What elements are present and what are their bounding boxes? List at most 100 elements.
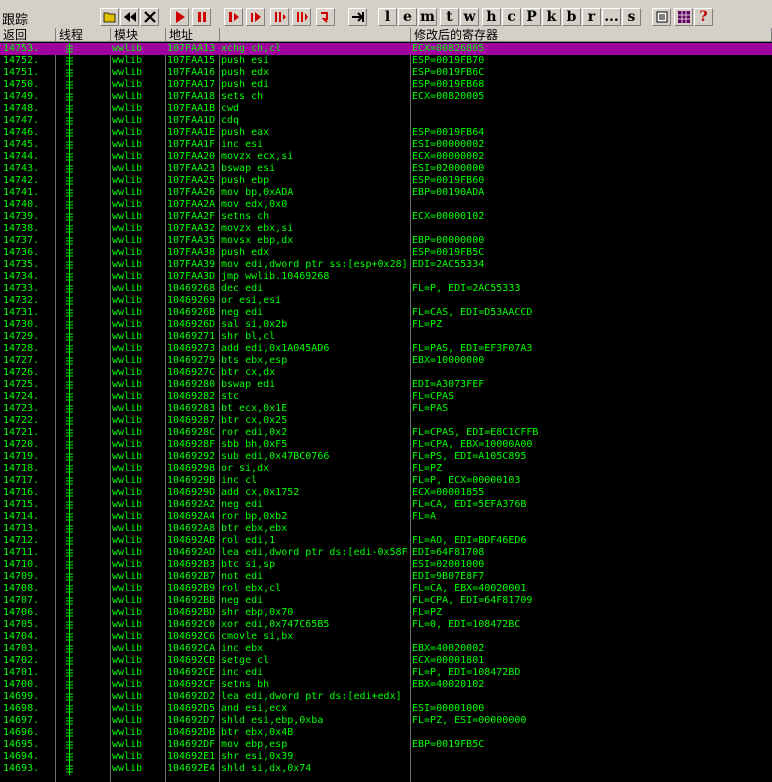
column-header-address[interactable]: 地址 xyxy=(166,28,220,42)
table-row[interactable]: 14723. wwlib 10469283 bt ecx,0x1E FL=PAS xyxy=(0,403,772,415)
column-header-registers[interactable]: 修改后的寄存器 xyxy=(411,28,772,42)
source-button[interactable]: s xyxy=(622,8,641,26)
references-button[interactable]: r xyxy=(582,8,601,26)
table-row[interactable]: 14734. wwlib 107FAA3D jmp wwlib.10469268 xyxy=(0,271,772,283)
row-index: 14741. xyxy=(3,187,40,198)
run-button[interactable] xyxy=(170,8,189,26)
table-row[interactable]: 14704. wwlib 104692C6 cmovle si,bx xyxy=(0,631,772,643)
trace-over-button[interactable] xyxy=(292,8,311,26)
table-row[interactable]: 14695. wwlib 104692DF mov ebp,esp EBP=0019FB… xyxy=(0,739,772,751)
table-row[interactable]: 14698. wwlib 104692D5 and esi,ecx ESI=000010… xyxy=(0,703,772,715)
table-row[interactable]: 14730. wwlib 1046926D sal si,0x2b FL=PZ xyxy=(0,319,772,331)
table-row[interactable]: 14741. wwlib 107FAA26 mov bp,0xADA EBP=00190… xyxy=(0,187,772,199)
table-row[interactable]: 14694. wwlib 104692E1 shr esi,0x39 xyxy=(0,751,772,763)
table-row[interactable]: 14711. wwlib 104692AD lea edi,dword ptr ds:… xyxy=(0,547,772,559)
table-row[interactable]: 14703. wwlib 104692CA inc ebx EBX=40020002 xyxy=(0,643,772,655)
help-button[interactable]: ? xyxy=(694,8,713,26)
table-row[interactable]: 14738. wwlib 107FAA32 movzx ebx,si xyxy=(0,223,772,235)
threads-button[interactable]: t xyxy=(440,8,459,26)
table-row[interactable]: 14739. wwlib 107FAA2F setns ch ECX=00000102 xyxy=(0,211,772,223)
table-row[interactable]: 14719. wwlib 10469292 sub edi,0x47BC0766 FL=… xyxy=(0,451,772,463)
pause-button[interactable] xyxy=(192,8,211,26)
table-row[interactable]: 14726. wwlib 1046927C btr cx,dx xyxy=(0,367,772,379)
run-trace-button[interactable]: ... xyxy=(602,8,621,26)
table-row[interactable]: 14742. wwlib 107FAA25 push ebp ESP=0019FB60 xyxy=(0,175,772,187)
table-row[interactable]: 14710. wwlib 104692B3 btc si,sp ESI=02001000 xyxy=(0,559,772,571)
table-row[interactable]: 14702. wwlib 104692CB setge cl ECX=00001801 xyxy=(0,655,772,667)
handles-button[interactable]: h xyxy=(482,8,501,26)
row-index: 14733. xyxy=(3,283,40,294)
table-row[interactable]: 14731. wwlib 1046926B neg edi FL=CAS, EDI=D5… xyxy=(0,307,772,319)
table-row[interactable]: 14696. wwlib 104692DB btr ebx,0x4B xyxy=(0,727,772,739)
table-row[interactable]: 14753. wwlib 107FAA13 xchg ch,cl ECX=0082680… xyxy=(0,43,772,55)
table-row[interactable]: 14721. wwlib 1046928C ror edi,0x2 FL=CPAS, E… xyxy=(0,427,772,439)
execute-till-return-button[interactable] xyxy=(316,8,335,26)
table-row[interactable]: 14737. wwlib 107FAA35 movsx ebp,dx EBP=00000… xyxy=(0,235,772,247)
goto-button[interactable] xyxy=(348,8,367,26)
cpu-button[interactable]: c xyxy=(502,8,521,26)
call-stack-button[interactable]: k xyxy=(542,8,561,26)
table-row[interactable]: 14728. wwlib 10469273 add edi,0x1A045AD6 FL=… xyxy=(0,343,772,355)
row-address: 104692CB xyxy=(167,655,216,666)
windows-button[interactable]: w xyxy=(460,8,479,26)
table-row[interactable]: 14752. wwlib 107FAA15 push esi ESP=0019FB70 xyxy=(0,55,772,67)
table-row[interactable]: 14720. wwlib 1046928F sbb bh,0xF5 FL=CPA, EB… xyxy=(0,439,772,451)
table-row[interactable]: 14740. wwlib 107FAA2A mov edx,0x0 xyxy=(0,199,772,211)
options-button[interactable] xyxy=(652,8,671,26)
table-row[interactable]: 14693. wwlib 104692E4 shld si,dx,0x74 xyxy=(0,763,772,775)
table-row[interactable]: 14749. wwlib 107FAA18 sets ch ECX=00820005 xyxy=(0,91,772,103)
breakpoints-button[interactable]: b xyxy=(562,8,581,26)
table-row[interactable]: 14708. wwlib 104692B9 rol ebx,cl FL=CA, EBX=… xyxy=(0,583,772,595)
patches-button[interactable]: P xyxy=(522,8,541,26)
table-row[interactable]: 14747. wwlib 107FAA1D cdq xyxy=(0,115,772,127)
table-row[interactable]: 14717. wwlib 1046929B inc cl FL=P, ECX=00000… xyxy=(0,475,772,487)
table-row[interactable]: 14705. wwlib 104692C0 xor edi,0x747C65B5 FL=… xyxy=(0,619,772,631)
column-header-module[interactable]: 模块 xyxy=(111,28,166,42)
table-row[interactable]: 14750. wwlib 107FAA17 push edi ESP=0019FB68 xyxy=(0,79,772,91)
table-row[interactable]: 14736. wwlib 107FAA38 push edx ESP=0019FB5C xyxy=(0,247,772,259)
table-row[interactable]: 14715. wwlib 104692A2 neg edi FL=CA, EDI=5EF… xyxy=(0,499,772,511)
table-row[interactable]: 14718. wwlib 10469298 or si,dx FL=PZ xyxy=(0,463,772,475)
appearance-button[interactable] xyxy=(674,8,693,26)
row-module: wwlib xyxy=(112,379,143,390)
step-over-button[interactable] xyxy=(246,8,265,26)
table-row[interactable]: 14706. wwlib 104692BD shr ebp,0x70 FL=PZ xyxy=(0,607,772,619)
column-header-instruction[interactable] xyxy=(220,28,411,42)
table-row[interactable]: 14748. wwlib 107FAA1B cwd xyxy=(0,103,772,115)
table-row[interactable]: 14699. wwlib 104692D2 lea edi,dword ptr ds:… xyxy=(0,691,772,703)
step-into-button[interactable] xyxy=(224,8,243,26)
table-row[interactable]: 14744. wwlib 107FAA20 movzx ecx,si ECX=00000… xyxy=(0,151,772,163)
table-row[interactable]: 14724. wwlib 10469282 stc FL=CPAS xyxy=(0,391,772,403)
table-row[interactable]: 14733. wwlib 10469268 dec edi FL=P, EDI=2AC5… xyxy=(0,283,772,295)
table-row[interactable]: 14751. wwlib 107FAA16 push edx ESP=0019FB6C xyxy=(0,67,772,79)
thread-marker-icon xyxy=(66,319,73,331)
table-row[interactable]: 14697. wwlib 104692D7 shld esi,ebp,0xba FL=P… xyxy=(0,715,772,727)
close-button[interactable] xyxy=(140,8,159,26)
executable-modules-button[interactable]: e xyxy=(398,8,417,26)
table-row[interactable]: 14732. wwlib 10469269 or esi,esi xyxy=(0,295,772,307)
trace-table[interactable]: 14753. wwlib 107FAA13 xchg ch,cl ECX=0082680… xyxy=(0,43,772,782)
table-row[interactable]: 14712. wwlib 104692AB rol edi,1 FL=AO, EDI=B… xyxy=(0,535,772,547)
table-row[interactable]: 14709. wwlib 104692B7 not edi EDI=9B07E8F7 xyxy=(0,571,772,583)
table-row[interactable]: 14743. wwlib 107FAA23 bswap esi ESI=02000000 xyxy=(0,163,772,175)
table-row[interactable]: 14727. wwlib 10469279 bts ebx,esp EBX=100000… xyxy=(0,355,772,367)
table-row[interactable]: 14716. wwlib 1046929D add cx,0x1752 ECX=0000… xyxy=(0,487,772,499)
table-row[interactable]: 14700. wwlib 104692CF setns bh EBX=40020102 xyxy=(0,679,772,691)
memory-map-button[interactable]: m xyxy=(418,8,437,26)
table-row[interactable]: 14701. wwlib 104692CE inc edi FL=P, EDI=1084… xyxy=(0,667,772,679)
table-row[interactable]: 14746. wwlib 107FAA1E push eax ESP=0019FB64 xyxy=(0,127,772,139)
column-header-index[interactable]: 返回 xyxy=(0,28,56,42)
table-row[interactable]: 14707. wwlib 104692BB neg edi FL=CPA, EDI=64… xyxy=(0,595,772,607)
table-row[interactable]: 14713. wwlib 104692A8 btr ebx,ebx xyxy=(0,523,772,535)
column-header-thread[interactable]: 线程 xyxy=(56,28,111,42)
trace-into-button[interactable] xyxy=(270,8,289,26)
table-row[interactable]: 14729. wwlib 10469271 shr bl,cl xyxy=(0,331,772,343)
table-row[interactable]: 14725. wwlib 10469280 bswap edi EDI=A3073FEF xyxy=(0,379,772,391)
table-row[interactable]: 14722. wwlib 10469287 btr cx,0x25 xyxy=(0,415,772,427)
rewind-button[interactable] xyxy=(120,8,139,26)
log-window-button[interactable]: l xyxy=(378,8,397,26)
table-row[interactable]: 14745. wwlib 107FAA1F inc esi ESI=00000002 xyxy=(0,139,772,151)
open-button[interactable] xyxy=(100,8,119,26)
table-row[interactable]: 14714. wwlib 104692A4 ror bp,0xb2 FL=A xyxy=(0,511,772,523)
table-row[interactable]: 14735. wwlib 107FAA39 mov edi,dword ptr ss:… xyxy=(0,259,772,271)
